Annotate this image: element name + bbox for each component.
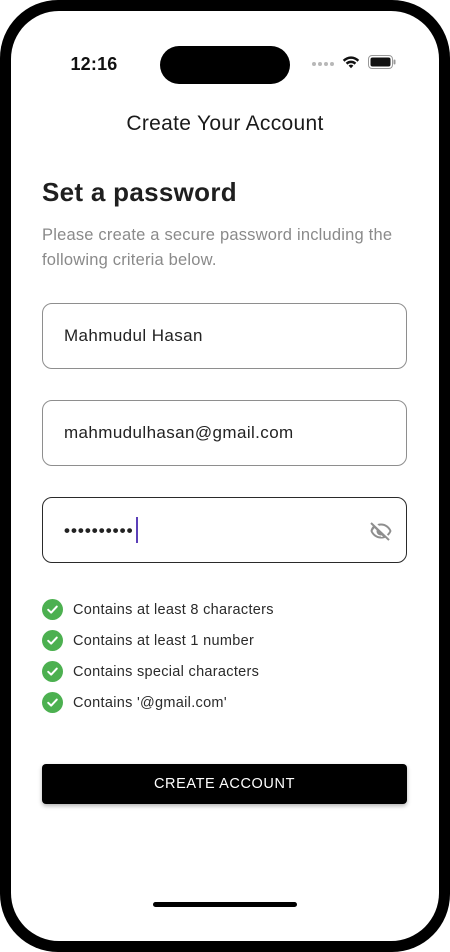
check-circle-icon <box>42 630 63 651</box>
signal-icon <box>312 62 334 66</box>
status-icons <box>312 54 396 74</box>
password-criteria-list: Contains at least 8 characters Contains … <box>42 594 274 718</box>
battery-icon <box>368 54 396 74</box>
eye-off-icon[interactable] <box>368 518 394 544</box>
check-circle-icon <box>42 661 63 682</box>
criteria-label: Contains '@gmail.com' <box>73 694 227 711</box>
password-value: •••••••••• <box>64 520 134 540</box>
criteria-item: Contains at least 1 number <box>42 625 274 656</box>
name-field[interactable]: Mahmudul Hasan <box>42 303 407 369</box>
name-value: Mahmudul Hasan <box>64 326 203 345</box>
criteria-label: Contains special characters <box>73 663 260 680</box>
check-circle-icon <box>42 599 63 620</box>
device-frame: 12:16 Create Your Account Set a password… <box>0 0 450 952</box>
criteria-item: Contains special characters <box>42 656 274 687</box>
create-account-button[interactable]: CREATE ACCOUNT <box>42 764 407 804</box>
home-indicator <box>153 902 297 907</box>
section-heading: Set a password <box>42 177 237 207</box>
email-field[interactable]: mahmudulhasan@gmail.com <box>42 400 407 466</box>
page-title: Create Your Account <box>126 112 324 135</box>
check-circle-icon <box>42 692 63 713</box>
criteria-item: Contains '@gmail.com' <box>42 687 274 718</box>
criteria-label: Contains at least 1 number <box>73 632 255 649</box>
status-time: 12:16 <box>70 54 118 74</box>
screen: 12:16 Create Your Account Set a password… <box>11 11 439 941</box>
section-subtitle: Please create a secure password includin… <box>42 226 393 269</box>
text-caret <box>135 517 138 543</box>
criteria-item: Contains at least 8 characters <box>42 594 274 625</box>
password-field[interactable]: •••••••••• <box>42 497 407 563</box>
email-value: mahmudulhasan@gmail.com <box>64 423 294 442</box>
criteria-label: Contains at least 8 characters <box>73 601 274 618</box>
dynamic-island <box>160 46 290 84</box>
wifi-icon <box>342 55 360 74</box>
